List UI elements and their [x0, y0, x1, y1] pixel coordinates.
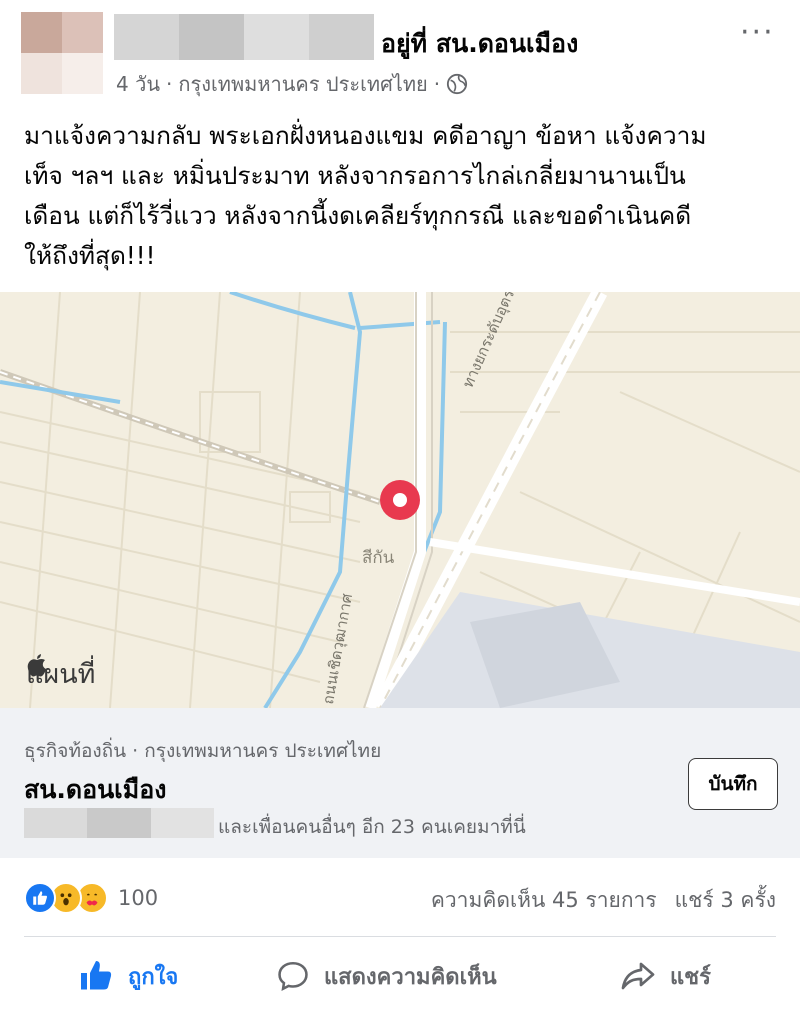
- like-label: ถูกใจ: [128, 964, 179, 990]
- like-reaction-icon: [24, 882, 56, 914]
- post-text: มาแจ้งความกลับ พระเอกฝั่งหนองแขม คดีอาญา…: [24, 116, 784, 276]
- more-options-icon[interactable]: ···: [740, 18, 775, 48]
- post-location: กรุงเทพมหานคร ประเทศไทย: [178, 72, 428, 96]
- comment-icon: [278, 961, 308, 991]
- comment-button[interactable]: แสดงความคิดเห็น: [276, 954, 497, 998]
- engagement-stats: ความคิดเห็น 45 รายการ แชร์ 3 ครั้ง: [431, 884, 776, 917]
- maps-logo: แผนที่: [26, 652, 95, 695]
- meta-separator: ·: [433, 72, 441, 96]
- avatar[interactable]: [21, 12, 103, 94]
- friends-visited-text: และเพื่อนคนอื่นๆ อีก 23 คนเคยมาที่นี่: [218, 816, 526, 838]
- post-line: เดือน แต่ก็ไร้วี่แวว หลังจากนี้งดเคลียร์…: [24, 201, 692, 230]
- checkin-location[interactable]: อยู่ที่ สน.ดอนเมือง: [381, 24, 578, 64]
- place-card[interactable]: ธุรกิจท้องถิ่น · กรุงเทพมหานคร ประเทศไทย…: [0, 708, 800, 858]
- post-actions: ถูกใจ แสดงความคิดเห็น แชร์: [0, 946, 800, 1006]
- reaction-summary[interactable]: 100: [24, 880, 158, 916]
- place-category: ธุรกิจท้องถิ่น · กรุงเทพมหานคร ประเทศไทย: [24, 740, 382, 762]
- meta-separator: ·: [165, 72, 173, 96]
- share-count[interactable]: แชร์ 3 ครั้ง: [675, 884, 776, 917]
- share-button[interactable]: แชร์: [620, 954, 711, 998]
- post-header: อยู่ที่ สน.ดอนเมือง 4 วัน · กรุงเทพมหานค…: [0, 0, 800, 110]
- reaction-count: 100: [118, 886, 159, 910]
- post-line: ให้ถึงที่สุด!!!: [24, 241, 156, 270]
- post-line: เท็จ ฯลฯ และ หมิ่นประมาท หลังจากรอการไกล…: [24, 161, 686, 190]
- divider: [24, 936, 776, 937]
- save-button[interactable]: บันทึก: [688, 758, 778, 810]
- post-meta: 4 วัน · กรุงเทพมหานคร ประเทศไทย ·: [116, 68, 468, 100]
- post-time[interactable]: 4 วัน: [116, 68, 160, 100]
- apple-icon: [27, 654, 46, 677]
- author-name-blurred[interactable]: [114, 14, 374, 60]
- comment-count[interactable]: ความคิดเห็น 45 รายการ: [431, 884, 657, 917]
- share-label: แชร์: [670, 964, 711, 990]
- map-graphic: [0, 292, 800, 708]
- like-button[interactable]: ถูกใจ: [78, 954, 178, 998]
- thumbs-up-icon: [81, 961, 112, 990]
- friends-names-blurred: [24, 808, 214, 838]
- post-line: มาแจ้งความกลับ พระเอกฝั่งหนองแขม คดีอาญา…: [24, 121, 707, 150]
- map-preview[interactable]: สีกัน ทางยกระดับอุตราภิมุข ถนนเชิดวุฒากา…: [0, 292, 800, 708]
- map-area-label: สีกัน: [362, 548, 395, 568]
- comment-label: แสดงความคิดเห็น: [324, 964, 497, 990]
- share-icon: [621, 962, 655, 990]
- globe-icon: [447, 73, 468, 95]
- place-name[interactable]: สน.ดอนเมือง: [24, 770, 166, 810]
